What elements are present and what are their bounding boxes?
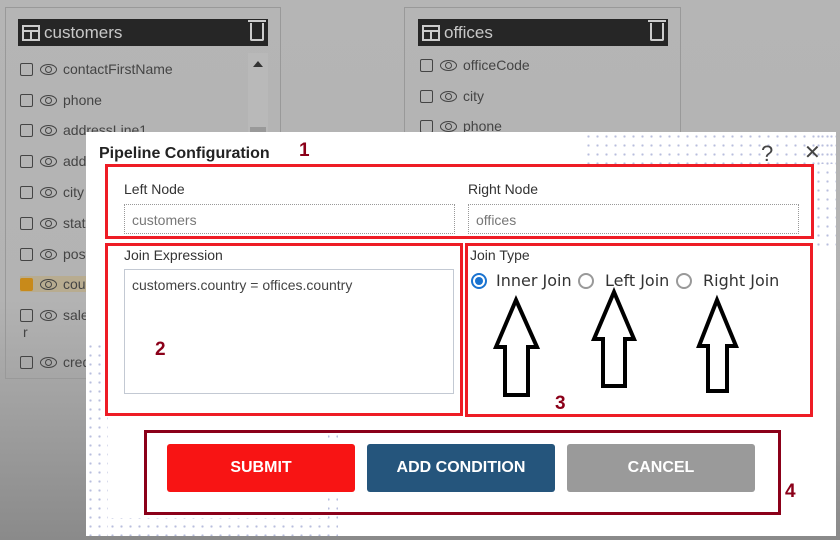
cancel-button[interactable]: CANCEL: [567, 444, 755, 492]
annotation-number-1: 1: [299, 140, 310, 161]
annotation-box-1: [105, 164, 814, 239]
annotation-box-3: [465, 243, 813, 417]
annotation-number-4: 4: [785, 481, 796, 502]
submit-button[interactable]: SUBMIT: [167, 444, 355, 492]
annotation-number-3: 3: [555, 393, 566, 414]
annotation-number-2: 2: [155, 339, 166, 360]
add-condition-button[interactable]: ADD CONDITION: [367, 444, 555, 492]
annotation-box-2: [105, 243, 463, 416]
